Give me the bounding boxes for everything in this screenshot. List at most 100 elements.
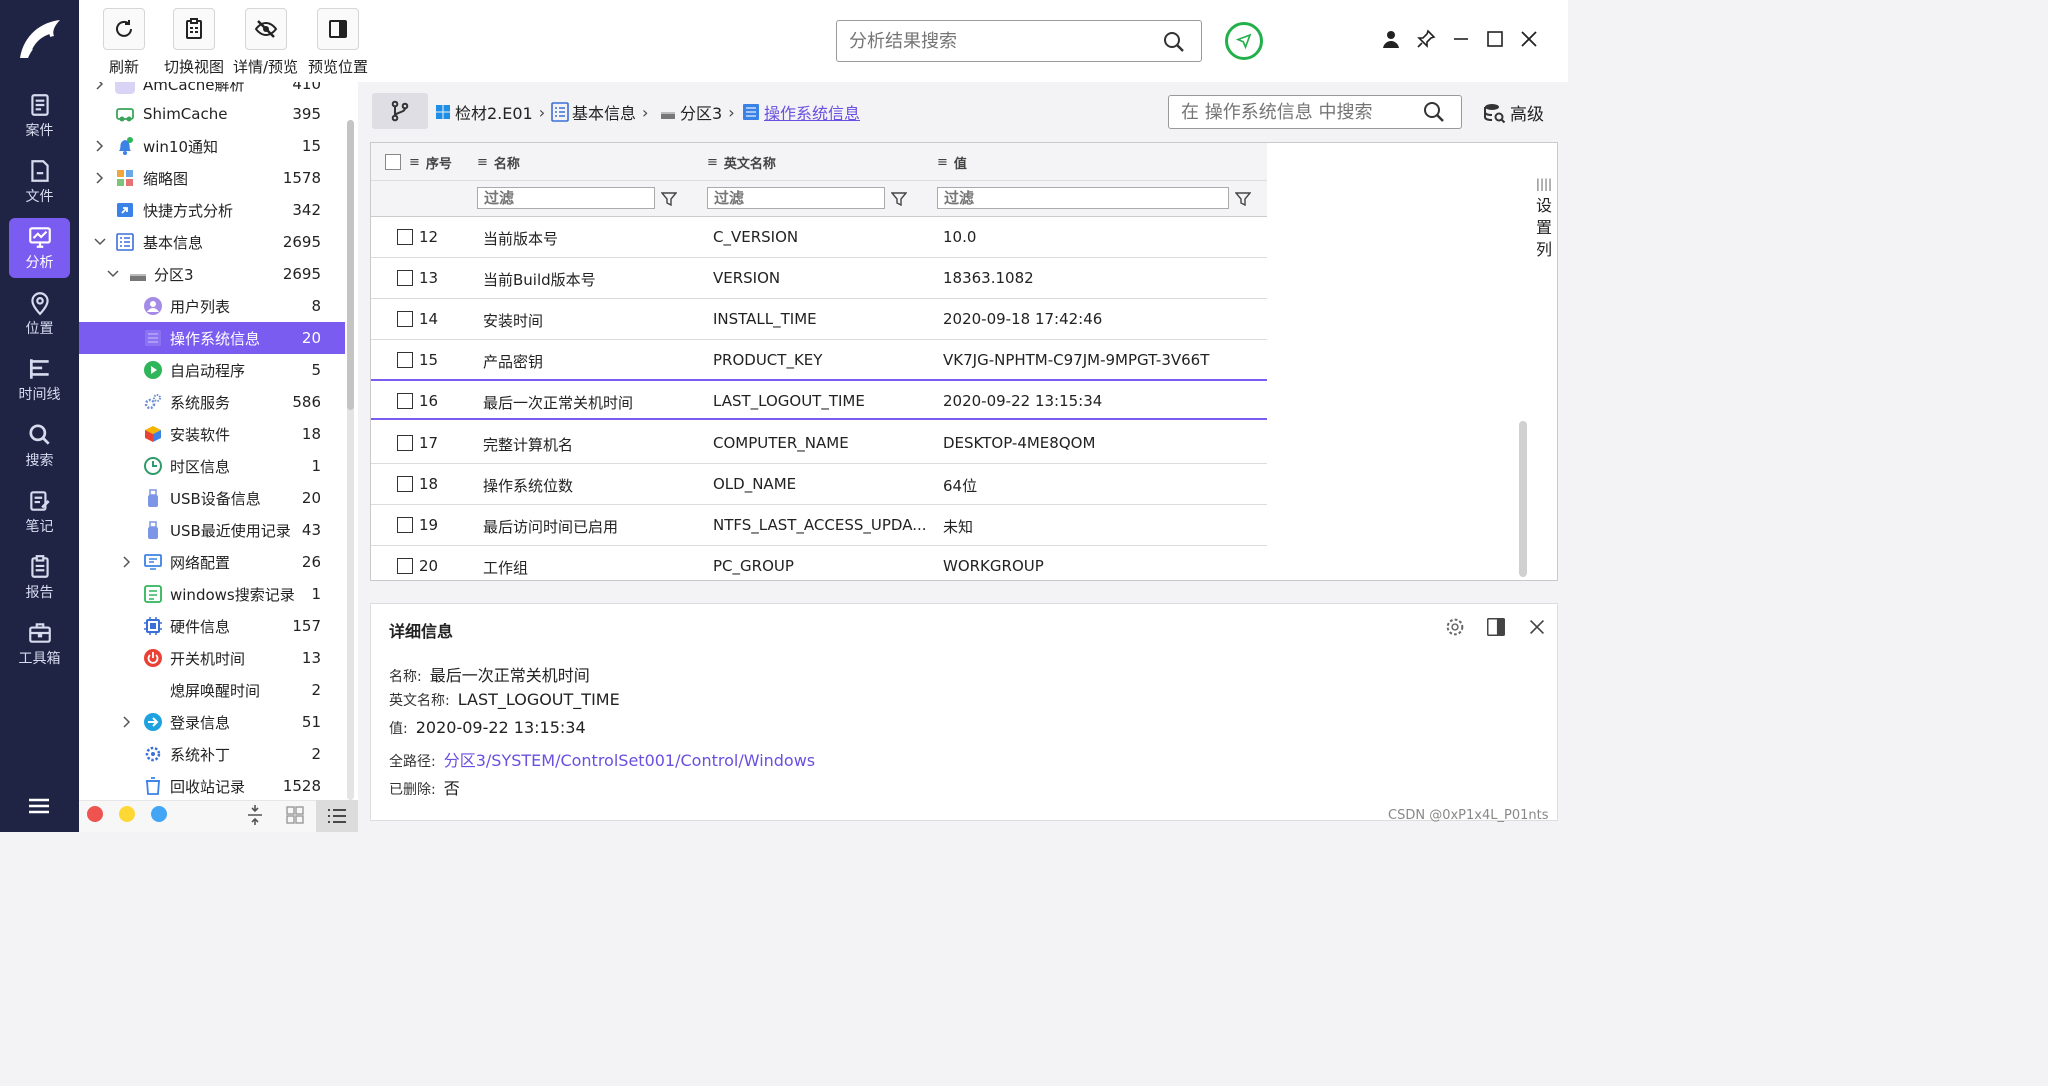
preview-position-button[interactable]: 预览位置 — [308, 8, 368, 77]
filter-icon[interactable] — [1235, 191, 1251, 207]
close-icon[interactable] — [1526, 616, 1548, 638]
tree-item-autostart[interactable]: 自启动程序 5 — [79, 354, 345, 386]
nav-item-analysis[interactable]: 分析 — [9, 218, 70, 278]
tree-item-recycle-bin[interactable]: 回收站记录 1528 — [79, 770, 345, 800]
nav-item-timeline[interactable]: 时间线 — [9, 350, 70, 410]
filter-input-name[interactable] — [477, 187, 655, 209]
collapse-vertical-icon[interactable] — [245, 804, 265, 826]
breadcrumb-item[interactable]: 基本信息 › — [550, 100, 648, 124]
tree-item-timezone[interactable]: 时区信息 1 — [79, 450, 345, 482]
tree-item-network-config[interactable]: 网络配置 26 — [79, 546, 345, 578]
row-checkbox[interactable] — [397, 311, 413, 327]
nav-item-search[interactable]: 搜索 — [9, 416, 70, 476]
table-row-selected[interactable]: 16 最后一次正常关机时间 LAST_LOGOUT_TIME 2020-09-2… — [371, 379, 1267, 420]
column-header-en-name[interactable]: ≡ 英文名称 — [707, 153, 776, 172]
chevron-right-icon[interactable] — [93, 171, 107, 185]
tree-item-shimcache[interactable]: ShimCache 395 — [79, 98, 345, 130]
blue-dot-icon[interactable] — [151, 806, 167, 822]
table-row[interactable]: 14 安装时间 INSTALL_TIME 2020-09-18 17:42:46 — [371, 299, 1267, 340]
filter-input-value[interactable] — [937, 187, 1229, 209]
maximize-icon[interactable] — [1484, 28, 1506, 50]
hamburger-menu-icon[interactable] — [27, 797, 51, 815]
detail-path-link[interactable]: 分区3/SYSTEM/ControlSet001/Control/Windows — [444, 751, 815, 770]
tree-item-usb-recent[interactable]: USB最近使用记录 43 — [79, 514, 345, 546]
table-row[interactable]: 13 当前Build版本号 VERSION 18363.1082 — [371, 258, 1267, 299]
tree-item-win10-notify[interactable]: win10通知 15 — [79, 130, 345, 162]
grid-scrollbar-thumb[interactable] — [1519, 421, 1527, 577]
row-checkbox[interactable] — [397, 270, 413, 286]
chevron-down-icon[interactable] — [93, 235, 107, 249]
red-dot-icon[interactable] — [87, 806, 103, 822]
breadcrumb-item-current[interactable]: 操作系统信息 — [742, 100, 860, 124]
tree-item-os-info[interactable]: 操作系统信息 20 — [79, 322, 345, 354]
chevron-right-icon[interactable] — [93, 82, 107, 91]
filter-icon[interactable] — [891, 191, 907, 207]
tree-item-power-times[interactable]: 开关机时间 13 — [79, 642, 345, 674]
filter-icon[interactable] — [661, 191, 677, 207]
breadcrumb-item[interactable]: 检材2.E01 › — [435, 100, 545, 124]
search-icon[interactable] — [1162, 30, 1186, 54]
column-settings-button[interactable]: |||| 设 置 列 — [1533, 173, 1555, 261]
local-search-input[interactable] — [1168, 95, 1462, 129]
close-icon[interactable] — [1518, 28, 1540, 50]
tree-item-usb-devices[interactable]: USB设备信息 20 — [79, 482, 345, 514]
tree-scrollbar-thumb[interactable] — [347, 120, 354, 410]
chevron-down-icon[interactable] — [106, 267, 120, 281]
tree-item-basic-info[interactable]: 基本信息 2695 — [79, 226, 345, 258]
row-checkbox[interactable] — [397, 558, 413, 574]
row-checkbox[interactable] — [397, 229, 413, 245]
advanced-search-button[interactable]: 高级 — [1482, 100, 1544, 125]
row-checkbox[interactable] — [397, 435, 413, 451]
yellow-dot-icon[interactable] — [119, 806, 135, 822]
nav-item-file[interactable]: 文件 — [9, 152, 70, 212]
tree-item-partition3[interactable]: 分区3 2695 — [79, 258, 345, 290]
column-header-value[interactable]: ≡ 值 — [937, 153, 967, 172]
send-button[interactable] — [1225, 22, 1263, 60]
tree-item-screen-wake[interactable]: 熄屏唤醒时间 2 — [79, 674, 345, 706]
switch-view-button[interactable]: 切换视图 — [164, 8, 224, 77]
table-row[interactable]: 19 最后访问时间已启用 NTFS_LAST_ACCESS_UPDA... 未知 — [371, 505, 1267, 546]
row-checkbox[interactable] — [397, 476, 413, 492]
panel-right-icon[interactable] — [1485, 616, 1507, 638]
pin-icon[interactable] — [1415, 28, 1437, 50]
chevron-right-icon[interactable] — [120, 555, 134, 569]
filter-input-en-name[interactable] — [707, 187, 885, 209]
global-search-input[interactable] — [836, 20, 1202, 62]
tree-item-windows-search[interactable]: windows搜索记录 1 — [79, 578, 345, 610]
column-header-name[interactable]: ≡ 名称 — [477, 153, 520, 172]
table-row[interactable]: 20 工作组 PC_GROUP WORKGROUP — [371, 546, 1267, 587]
chevron-right-icon[interactable] — [120, 715, 134, 729]
nav-item-toolbox[interactable]: 工具箱 — [9, 614, 70, 674]
tree-item-user-list[interactable]: 用户列表 8 — [79, 290, 345, 322]
refresh-button[interactable]: 刷新 — [103, 8, 145, 77]
tree-item-thumbnails[interactable]: 缩略图 1578 — [79, 162, 345, 194]
tree-item-patches[interactable]: 系统补丁 2 — [79, 738, 345, 770]
table-row[interactable]: 18 操作系统位数 OLD_NAME 64位 — [371, 464, 1267, 505]
table-row[interactable]: 17 完整计算机名 COMPUTER_NAME DESKTOP-4ME8QOM — [371, 423, 1267, 464]
tree-item-services[interactable]: 系统服务 586 — [79, 386, 345, 418]
user-icon[interactable] — [1380, 28, 1402, 50]
minimize-icon[interactable] — [1450, 28, 1472, 50]
branch-button[interactable] — [372, 93, 428, 129]
nav-item-location[interactable]: 位置 — [9, 284, 70, 344]
gear-icon[interactable] — [1444, 616, 1466, 638]
nav-item-report[interactable]: 报告 — [9, 548, 70, 608]
chevron-right-icon[interactable] — [93, 139, 107, 153]
table-row[interactable]: 15 产品密钥 PRODUCT_KEY VK7JG-NPHTM-C97JM-9M… — [371, 340, 1267, 381]
nav-item-case[interactable]: 案件 — [9, 86, 70, 146]
column-header-no[interactable]: ≡ 序号 — [409, 153, 452, 172]
grid-view-icon[interactable] — [286, 806, 304, 824]
detail-preview-button[interactable]: 详情/预览 — [233, 8, 298, 77]
breadcrumb-item[interactable]: 分区3 › — [660, 100, 735, 124]
list-view-button[interactable] — [316, 800, 358, 832]
table-row[interactable]: 12 当前版本号 C_VERSION 10.0 — [371, 217, 1267, 258]
tree-item-hardware[interactable]: 硬件信息 157 — [79, 610, 345, 642]
tree-item-shortcut[interactable]: 快捷方式分析 342 — [79, 194, 345, 226]
row-checkbox[interactable] — [397, 393, 413, 409]
select-all-checkbox[interactable] — [385, 154, 401, 170]
tree-item-login-info[interactable]: 登录信息 51 — [79, 706, 345, 738]
nav-item-notes[interactable]: 笔记 — [9, 482, 70, 542]
search-icon[interactable] — [1422, 100, 1446, 124]
tree-item-installed-software[interactable]: 安装软件 18 — [79, 418, 345, 450]
row-checkbox[interactable] — [397, 352, 413, 368]
